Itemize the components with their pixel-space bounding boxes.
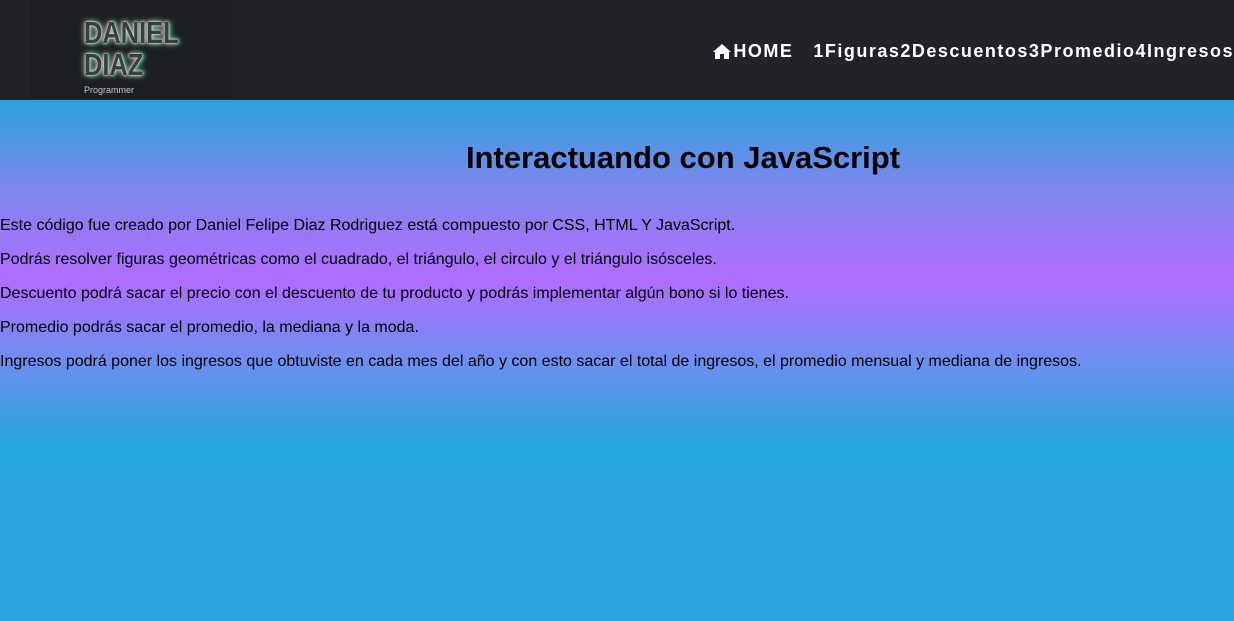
description-paragraph: Ingresos podrá poner los ingresos que ob… xyxy=(0,353,1082,370)
logo-text-line2: DIAZ xyxy=(84,47,144,82)
nav-link-ingresos[interactable]: 4Ingresos xyxy=(1135,41,1234,62)
nav-link-home-label: HOME xyxy=(733,40,794,61)
logo[interactable]: DANIEL DIAZ Programmer xyxy=(30,0,232,100)
nav-link-promedio[interactable]: 3Promedio xyxy=(1029,41,1136,62)
description-paragraph: Descuento podrá sacar el precio con el d… xyxy=(0,285,789,302)
logo-subtitle: Programmer xyxy=(84,85,135,95)
description-paragraph: Podrás resolver figuras geométricas como… xyxy=(0,251,717,268)
logo-text-line1: DANIEL xyxy=(84,15,179,50)
nav-link-figuras[interactable]: 1Figuras xyxy=(813,41,900,62)
nav-menu: HOME 1Figuras 2Descuentos 3Promedio 4Ing… xyxy=(712,38,1234,64)
page-title: Interactuando con JavaScript xyxy=(465,140,901,175)
description-paragraph: Este código fue creado por Daniel Felipe… xyxy=(0,217,736,234)
description-paragraph: Promedio podrás sacar el promedio, la me… xyxy=(0,319,419,336)
navbar: DANIEL DIAZ Programmer HOME 1Figuras 2De… xyxy=(0,0,1234,100)
nav-link-descuentos[interactable]: 2Descuentos xyxy=(900,41,1029,62)
nav-link-home[interactable]: HOME xyxy=(712,41,793,62)
home-icon xyxy=(713,43,732,59)
